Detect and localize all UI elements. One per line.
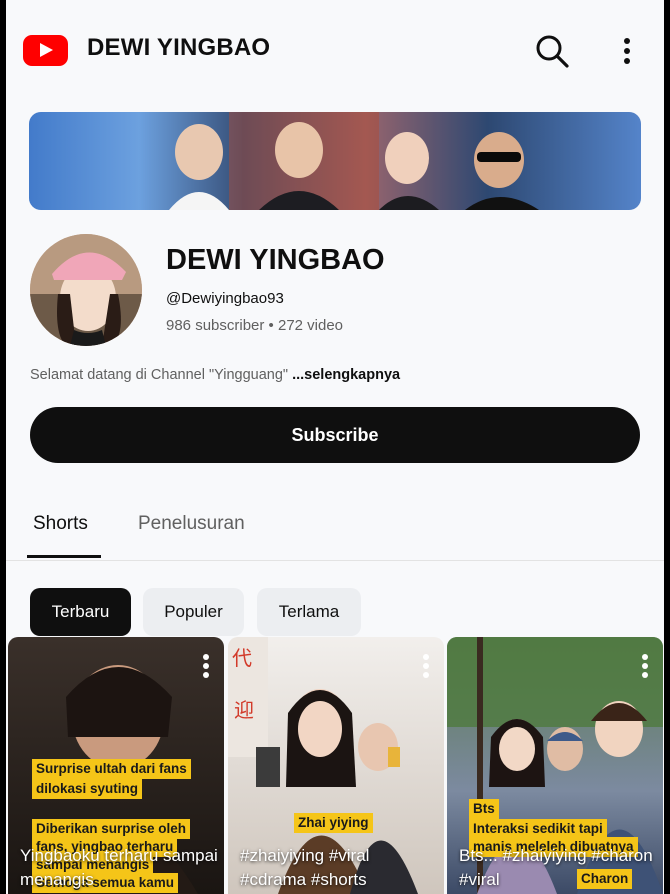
more-vert-icon[interactable] — [618, 36, 636, 66]
chip-terbaru[interactable]: Terbaru — [30, 588, 131, 636]
short-more-icon[interactable] — [422, 653, 430, 679]
short-caption: Diberikan surprise oleh — [32, 819, 191, 839]
description-text: Selamat datang di Channel "Yingguang" — [30, 367, 293, 383]
short-card[interactable]: 代 迎 Zhai yiying #zhaiyiying #viral #cdra… — [228, 637, 444, 894]
channel-name: DEWI YINGBAO — [166, 244, 385, 276]
short-caption: Bts — [469, 799, 499, 819]
short-title: #zhaiyiying #viral #cdrama #shorts — [240, 846, 370, 889]
channel-description[interactable]: Selamat datang di Channel "Yingguang" ..… — [30, 367, 400, 383]
tab-divider — [6, 560, 664, 561]
short-more-icon[interactable] — [202, 653, 210, 679]
chip-terlama[interactable]: Terlama — [257, 588, 361, 636]
tab-penelusuran[interactable]: Penelusuran — [138, 513, 245, 535]
short-card[interactable]: Surprise ultah dari fans dilokasi syutin… — [8, 637, 224, 894]
channel-stats: 986 subscriber • 272 video — [166, 317, 344, 334]
top-bar-title: DEWI YINGBAO — [87, 34, 271, 61]
short-card[interactable]: Bts Interaksi sedikit tapi manis meleleh… — [447, 637, 663, 894]
short-more-icon[interactable] — [641, 653, 649, 679]
channel-screen: DEWI YINGBAO DEWI YINGBAO @Dewiyingbao93… — [6, 0, 664, 894]
search-icon[interactable] — [534, 33, 570, 69]
selected-tab-indicator — [27, 555, 101, 558]
description-more-link[interactable]: ...selengkapnya — [292, 367, 400, 383]
top-app-bar: DEWI YINGBAO — [6, 0, 664, 100]
short-caption: Zhai yiying — [294, 813, 373, 833]
channel-avatar[interactable] — [30, 234, 142, 346]
short-caption: Surprise ultah dari fans — [32, 759, 191, 779]
short-title: Yingbaoku terharu sampai menangis — [20, 846, 218, 889]
youtube-logo-icon[interactable] — [23, 35, 68, 66]
svg-text:迎: 迎 — [234, 698, 254, 722]
subscribe-button[interactable]: Subscribe — [30, 407, 640, 463]
short-title: Bts... #zhaiyiying #charon #viral — [459, 846, 653, 889]
chip-populer[interactable]: Populer — [143, 588, 244, 636]
tab-shorts[interactable]: Shorts — [33, 513, 88, 535]
channel-handle: @Dewiyingbao93 — [166, 290, 284, 307]
short-caption: Interaksi sedikit tapi — [469, 819, 607, 839]
svg-text:代: 代 — [232, 646, 252, 670]
channel-banner — [29, 112, 641, 210]
short-caption: dilokasi syuting — [32, 779, 143, 799]
